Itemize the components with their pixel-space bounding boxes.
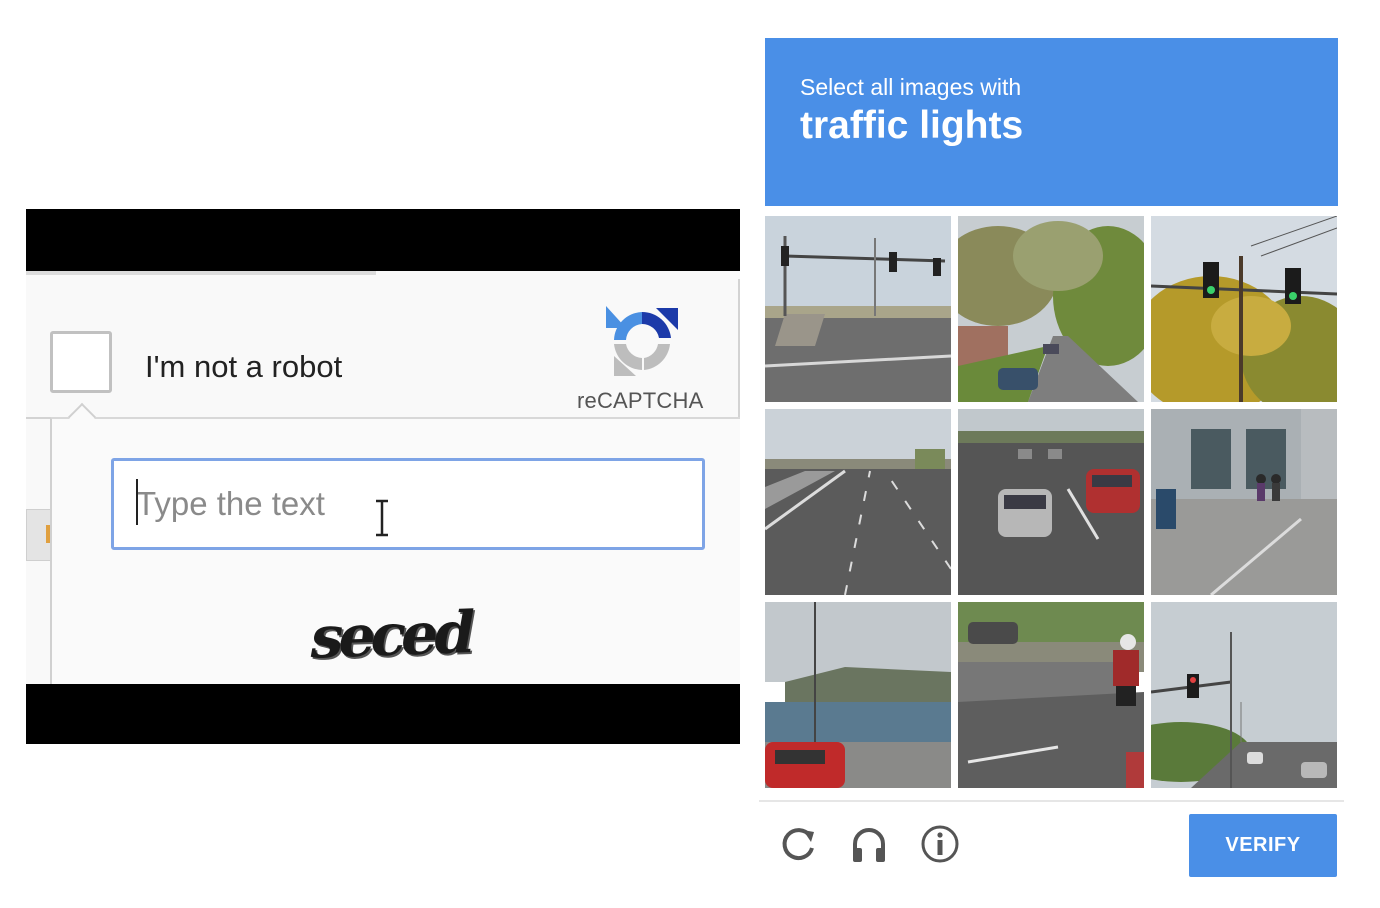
not-robot-checkbox[interactable] <box>50 331 112 393</box>
reload-icon[interactable] <box>779 824 819 864</box>
image-challenge: Select all images with traffic lights VE… <box>759 38 1344 878</box>
info-icon[interactable] <box>920 824 960 864</box>
ibeam-cursor-icon <box>376 499 388 537</box>
prompt-target: traffic lights <box>800 104 1024 147</box>
image-tile-5[interactable] <box>958 409 1144 595</box>
divider <box>26 271 376 275</box>
image-tile-2[interactable] <box>958 216 1144 402</box>
image-tile-3[interactable] <box>1151 216 1337 402</box>
captcha-text-input[interactable] <box>111 458 705 550</box>
image-tile-8[interactable] <box>958 602 1144 788</box>
not-robot-label: I'm not a robot <box>145 349 343 384</box>
captcha-distorted-word: seced <box>305 598 476 672</box>
challenge-header: Select all images with traffic lights <box>765 38 1338 206</box>
text-caret <box>136 479 138 525</box>
black-bar-top <box>26 209 740 271</box>
black-bar-bottom <box>26 684 740 744</box>
recaptcha-checkbox-widget: I'm not a robot reCAPTCHA seced <box>26 209 740 744</box>
recaptcha-brand: reCAPTCHA <box>577 388 704 413</box>
image-tile-7[interactable] <box>765 602 951 788</box>
image-tile-6[interactable] <box>1151 409 1337 595</box>
verify-button[interactable]: VERIFY <box>1189 814 1337 877</box>
image-grid <box>765 216 1338 788</box>
recaptcha-logo-icon <box>606 306 678 376</box>
audio-icon[interactable] <box>849 824 889 864</box>
image-tile-9[interactable] <box>1151 602 1337 788</box>
prompt-instruction: Select all images with <box>800 74 1022 100</box>
image-tile-1[interactable] <box>765 216 951 402</box>
footer-divider <box>759 800 1344 802</box>
image-tile-4[interactable] <box>765 409 951 595</box>
